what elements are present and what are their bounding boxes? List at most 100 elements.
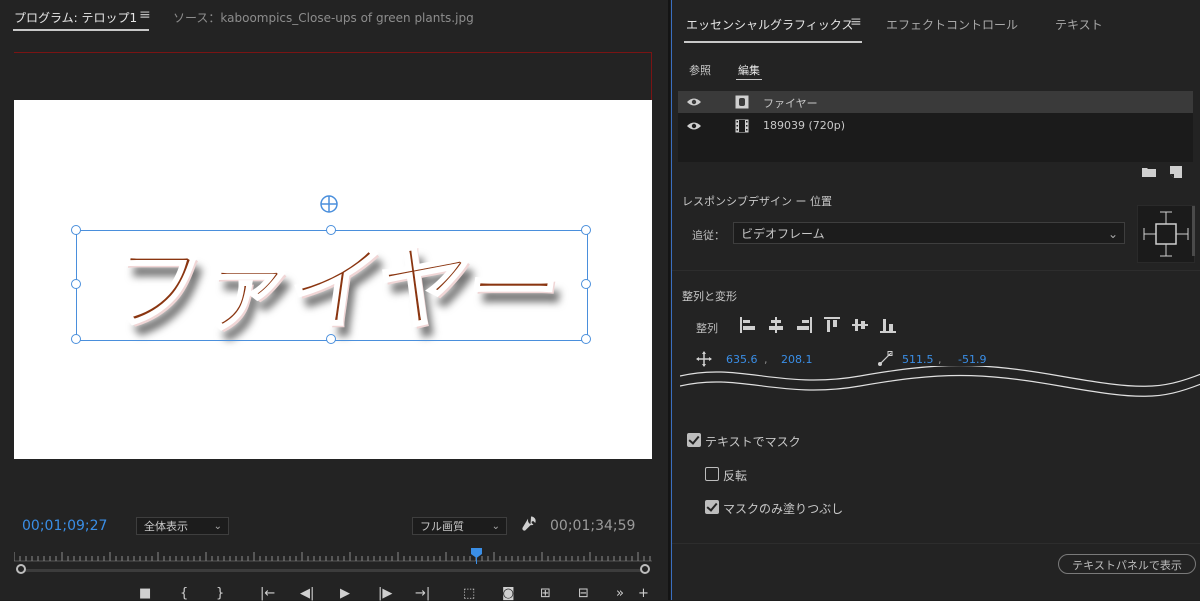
active-tab-underline: [13, 29, 149, 31]
transport-controls: ■ { } |← ◀| ▶ |▶ →| ⬚ ◙ ⊞ ⊟ » +: [130, 586, 660, 601]
anchor-point-icon[interactable]: [319, 194, 339, 214]
zoom-level-value: 全体表示: [144, 520, 188, 533]
subtab-browse[interactable]: 参照: [689, 62, 711, 78]
responsive-design-title: レスポンシブデザイン ー 位置: [682, 195, 832, 208]
invert-label: 反転: [723, 469, 748, 483]
zoom-scrollbar[interactable]: [18, 569, 648, 572]
section-divider: [672, 543, 1200, 544]
time-ruler[interactable]: [14, 548, 652, 562]
layer-row-text[interactable]: ファイヤー: [678, 91, 1193, 113]
panel-divider[interactable]: [668, 0, 670, 600]
tab-source[interactable]: ソース：kaboompics_Close-ups of green plants…: [173, 9, 474, 26]
resize-handle-ml[interactable]: [71, 279, 81, 289]
chevron-down-icon: ⌄: [1107, 227, 1118, 241]
anchor-y-value[interactable]: -51.9: [958, 353, 986, 366]
step-forward-icon[interactable]: |▶: [378, 586, 392, 601]
tab-essential-graphics[interactable]: エッセンシャルグラフィックス: [686, 16, 853, 33]
align-middle-v-icon[interactable]: [851, 316, 869, 334]
layer-name: ファイヤー: [763, 97, 818, 110]
anchor-point-icon: [878, 351, 893, 366]
playback-quality-value: フル画質: [420, 520, 464, 533]
align-left-icon[interactable]: [739, 316, 757, 334]
panel-scrollbar[interactable]: [1192, 206, 1195, 256]
comma-separator: ,: [938, 353, 942, 366]
selection-bounding-box[interactable]: [76, 230, 588, 341]
mask-only-fill-label: マスクのみ塗りつぶし: [723, 502, 844, 516]
go-to-out-icon[interactable]: →|: [415, 586, 430, 601]
scroll-knob-right[interactable]: [640, 564, 650, 574]
active-subtab-underline: [736, 79, 762, 80]
section-divider: [672, 270, 1200, 271]
active-tab-underline: [684, 41, 862, 43]
chevron-down-icon: ⌄: [213, 521, 222, 532]
layer-list: ファイヤー 189039 (720p): [678, 91, 1193, 162]
align-bottom-icon[interactable]: [879, 316, 897, 334]
show-in-text-panel-button[interactable]: テキストパネルで表示: [1058, 554, 1196, 574]
resize-handle-mr[interactable]: [581, 279, 591, 289]
insert-icon[interactable]: ⊞: [540, 586, 551, 601]
invert-checkbox[interactable]: [705, 467, 719, 481]
pin-to-widget[interactable]: [1137, 205, 1195, 263]
mask-with-text-checkbox[interactable]: [687, 433, 701, 447]
section-collapse-wave: [680, 366, 1200, 397]
stop-marker-icon[interactable]: ■: [139, 586, 151, 601]
zoom-level-select[interactable]: 全体表示 ⌄: [136, 517, 229, 535]
duration-timecode: 00;01;34;59: [550, 518, 636, 534]
step-back-icon[interactable]: ◀|: [300, 586, 314, 601]
layer-row-video[interactable]: 189039 (720p): [678, 115, 1193, 137]
eye-icon[interactable]: [686, 97, 702, 107]
playback-quality-select[interactable]: フル画質 ⌄: [412, 517, 507, 535]
text-layer-icon: [735, 95, 749, 109]
program-monitor-panel: プログラム: テロップ1 ≡ ソース：kaboompics_Close-ups …: [0, 0, 668, 601]
safe-margin-line-vertical: [651, 52, 652, 100]
go-to-in-icon[interactable]: |←: [260, 586, 275, 601]
eye-icon[interactable]: [686, 121, 702, 131]
tab-text[interactable]: テキスト: [1055, 16, 1103, 33]
playhead-line: [476, 556, 477, 564]
camera-icon[interactable]: ◙: [502, 586, 515, 601]
add-button-icon[interactable]: +: [638, 586, 649, 601]
chevron-down-icon: ⌄: [491, 521, 500, 532]
panel-menu-icon[interactable]: ≡: [139, 7, 151, 23]
resize-handle-br[interactable]: [581, 334, 591, 344]
folder-icon[interactable]: [1142, 167, 1156, 177]
anchor-x-value[interactable]: 511.5: [902, 353, 934, 366]
align-label: 整列: [696, 322, 718, 335]
align-top-icon[interactable]: [823, 316, 841, 334]
overwrite-icon[interactable]: ⊟: [578, 586, 589, 601]
follow-select[interactable]: ビデオフレーム ⌄: [733, 222, 1125, 244]
align-right-icon[interactable]: [795, 316, 813, 334]
follow-label: 追従：: [692, 229, 725, 242]
position-icon: [696, 351, 712, 367]
align-center-h-icon[interactable]: [767, 316, 785, 334]
follow-value: ビデオフレーム: [741, 227, 825, 241]
play-icon[interactable]: ▶: [340, 586, 350, 601]
resize-handle-tm[interactable]: [326, 225, 336, 235]
resize-handle-tl[interactable]: [71, 225, 81, 235]
panel-menu-icon[interactable]: ≡: [850, 14, 862, 30]
mask-only-fill-checkbox[interactable]: [705, 500, 719, 514]
resize-handle-bl[interactable]: [71, 334, 81, 344]
tab-effect-controls[interactable]: エフェクトコントロール: [886, 16, 1018, 33]
lift-icon[interactable]: ⬚: [463, 586, 475, 601]
mark-out-icon[interactable]: }: [216, 586, 224, 601]
wrench-icon[interactable]: [520, 515, 538, 533]
essential-graphics-panel: エッセンシャルグラフィックス ≡ エフェクトコントロール テキスト 参照 編集 …: [671, 0, 1200, 600]
resize-handle-tr[interactable]: [581, 225, 591, 235]
position-y-value[interactable]: 208.1: [781, 353, 813, 366]
mark-in-icon[interactable]: {: [180, 586, 188, 601]
new-layer-icon[interactable]: [1170, 166, 1182, 178]
film-layer-icon: [735, 119, 749, 133]
resize-handle-bm[interactable]: [326, 334, 336, 344]
program-canvas[interactable]: ファイヤー: [14, 100, 652, 459]
scroll-knob-left[interactable]: [16, 564, 26, 574]
comma-separator: ,: [764, 353, 768, 366]
mask-with-text-label: テキストでマスク: [705, 435, 801, 449]
more-icon[interactable]: »: [616, 586, 624, 601]
layer-name: 189039 (720p): [763, 119, 846, 132]
subtab-edit[interactable]: 編集: [738, 62, 760, 78]
align-transform-title: 整列と変形: [682, 290, 737, 303]
current-timecode[interactable]: 00;01;09;27: [22, 518, 107, 534]
tab-program[interactable]: プログラム: テロップ1: [14, 9, 137, 26]
position-x-value[interactable]: 635.6: [726, 353, 758, 366]
